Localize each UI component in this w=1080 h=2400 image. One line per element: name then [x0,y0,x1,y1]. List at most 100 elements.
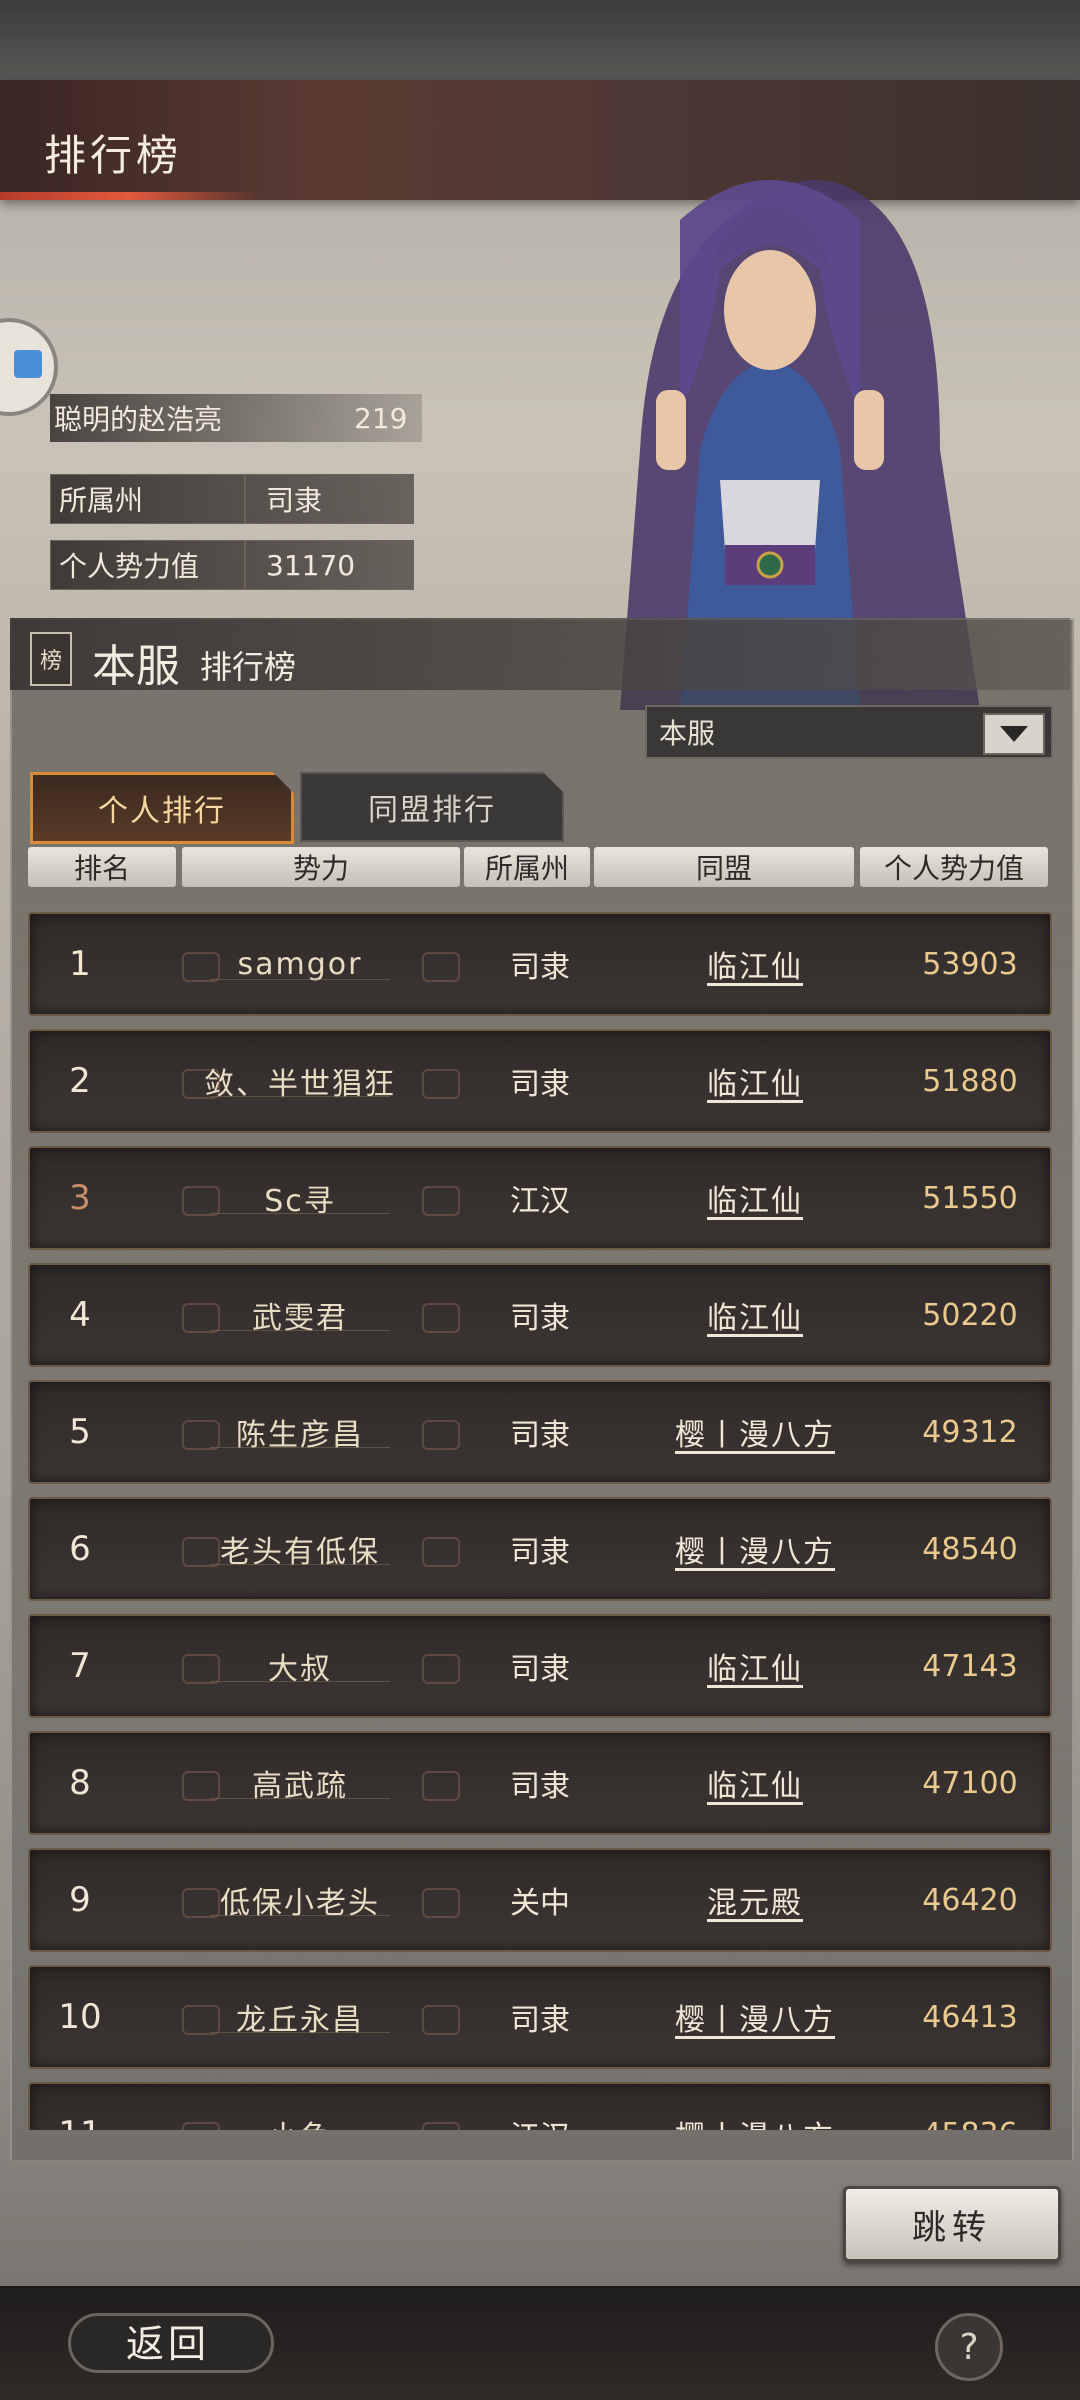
ranking-row[interactable]: 9 低保小老头 关中 混元殿 46420 [28,1848,1052,1952]
power-value: 31170 [266,548,356,582]
ranking-row[interactable]: 5 陈生彦昌 司隶 樱丨漫八方 49312 [28,1380,1052,1484]
row-alliance[interactable]: 临江仙 [605,1733,905,1833]
tab-alliance-ranking[interactable]: 同盟排行 [300,772,564,842]
power-row: 个人势力值 31170 [50,540,414,590]
row-region: 司隶 [510,1535,570,1570]
row-power: 53903 [922,946,1018,982]
help-icon[interactable]: ? [935,2313,1003,2381]
row-alliance-link[interactable]: 临江仙 [707,942,803,986]
row-power: 47143 [922,1648,1018,1684]
ornament-icon [422,1654,460,1684]
row-alliance-link[interactable]: 临江仙 [707,1761,803,1805]
row-player-name[interactable]: 大叔 [180,1616,420,1716]
row-player-name[interactable]: 老头有低保 [180,1499,420,1599]
jump-button[interactable]: 跳转 [843,2186,1061,2262]
row-alliance[interactable]: 樱丨漫八方 [605,1382,905,1482]
ornament-icon [422,2122,460,2130]
player-name-row: 聪明的赵浩亮 219 [50,394,422,442]
row-region: 司隶 [510,1301,570,1336]
ranking-row[interactable]: 10 龙丘永昌 司隶 樱丨漫八方 46413 [28,1965,1052,2069]
ranking-row[interactable]: 6 老头有低保 司隶 樱丨漫八方 48540 [28,1497,1052,1601]
row-power: 46420 [922,1882,1018,1918]
ranking-row[interactable]: 2 敛、半世猖狂 司隶 临江仙 51880 [28,1029,1052,1133]
row-player-name[interactable]: 低保小老头 [180,1850,420,1950]
ranking-list[interactable]: 1 samgor 司隶 临江仙 53903 2 敛、半世猖狂 司隶 临江仙 51… [28,908,1052,2130]
row-player-name[interactable]: Sc寻 [180,1148,420,1248]
row-alliance[interactable]: 樱丨漫八方 [605,1967,905,2067]
region-value: 司隶 [266,484,323,517]
row-region: 司隶 [510,1418,570,1453]
row-alliance[interactable]: 临江仙 [605,1265,905,1365]
ornament-icon [422,1069,460,1099]
row-player-name[interactable]: samgor [180,914,420,1014]
row-alliance[interactable]: 临江仙 [605,1148,905,1248]
power-label: 个人势力值 [51,541,246,589]
row-player-name[interactable]: 小鱼 [180,2084,420,2130]
row-player-name[interactable]: 高武疏 [180,1733,420,1833]
row-alliance-link[interactable]: 临江仙 [707,1059,803,1103]
row-alliance-link[interactable]: 混元殿 [707,1878,803,1922]
ornament-icon [422,1771,460,1801]
ranking-row[interactable]: 8 高武疏 司隶 临江仙 47100 [28,1731,1052,1835]
row-rank: 6 [69,1529,91,1569]
row-alliance-link[interactable]: 樱丨漫八方 [675,2112,835,2130]
row-alliance[interactable]: 樱丨漫八方 [605,2084,905,2130]
column-faction: 势力 [182,847,460,887]
ranking-row[interactable]: 7 大叔 司隶 临江仙 47143 [28,1614,1052,1718]
row-alliance[interactable]: 临江仙 [605,1031,905,1131]
row-power: 47100 [922,1765,1018,1801]
row-rank: 8 [69,1763,91,1803]
image-icon [14,350,42,378]
ornament-icon [422,2005,460,2035]
page-title: 排行榜 [44,131,183,180]
row-rank: 10 [58,1997,102,2037]
server-select-value: 本服 [659,717,716,750]
row-alliance-link[interactable]: 樱丨漫八方 [675,1995,835,2039]
server-subtitle: 排行榜 [200,648,297,686]
ranking-row[interactable]: 1 samgor 司隶 临江仙 53903 [28,912,1052,1016]
row-power: 45836 [890,2084,1050,2131]
back-button[interactable]: 返回 [68,2305,274,2375]
ornament-icon [422,1420,460,1450]
ranking-row[interactable]: 3 Sc寻 江汉 临江仙 51550 [28,1146,1052,1250]
row-region: 关中 [510,1886,570,1921]
row-region: 江汉 [510,1184,570,1219]
row-alliance[interactable]: 临江仙 [605,914,905,1014]
row-alliance-link[interactable]: 临江仙 [707,1293,803,1337]
column-region: 所属州 [464,847,590,887]
row-rank: 11 [30,2084,130,2130]
row-alliance-link[interactable]: 临江仙 [707,1176,803,1220]
row-power: 48540 [922,1531,1018,1567]
row-power: 51880 [922,1063,1018,1099]
column-rank: 排名 [28,847,176,887]
region-label: 所属州 [51,475,246,523]
row-alliance-link[interactable]: 樱丨漫八方 [675,1410,835,1454]
row-rank: 5 [69,1412,91,1452]
row-player-name[interactable]: 龙丘永昌 [180,1967,420,2067]
row-power: 49312 [922,1414,1018,1450]
row-player-name[interactable]: 武雯君 [180,1265,420,1365]
ranking-board-icon: 榜 [30,632,72,686]
ranking-row[interactable]: 4 武雯君 司隶 临江仙 50220 [28,1263,1052,1367]
row-alliance[interactable]: 混元殿 [605,1850,905,1950]
row-alliance[interactable]: 临江仙 [605,1616,905,1716]
row-region: 司隶 [510,950,570,985]
row-player-name[interactable]: 敛、半世猖狂 [180,1031,420,1131]
row-alliance-link[interactable]: 樱丨漫八方 [675,1527,835,1571]
dropdown-arrow-icon[interactable] [983,713,1045,755]
tab-personal-ranking[interactable]: 个人排行 [30,772,294,844]
row-power: 46413 [922,1999,1018,2035]
row-region: 司隶 [510,1769,570,1804]
ranking-row[interactable]: 11 小鱼 江汉 樱丨漫八方 45836 [28,2082,1052,2130]
server-select[interactable]: 本服 [645,705,1053,759]
row-region: 司隶 [510,2003,570,2038]
row-player-name[interactable]: 陈生彦昌 [180,1382,420,1482]
title-glow [0,192,260,200]
row-alliance[interactable]: 樱丨漫八方 [605,1499,905,1599]
row-region: 司隶 [510,1067,570,1102]
row-rank: 3 [69,1178,91,1218]
column-power: 个人势力值 [860,847,1048,887]
row-rank: 1 [69,944,91,984]
row-alliance-link[interactable]: 临江仙 [707,1644,803,1688]
player-name: 聪明的赵浩亮 [54,403,223,436]
